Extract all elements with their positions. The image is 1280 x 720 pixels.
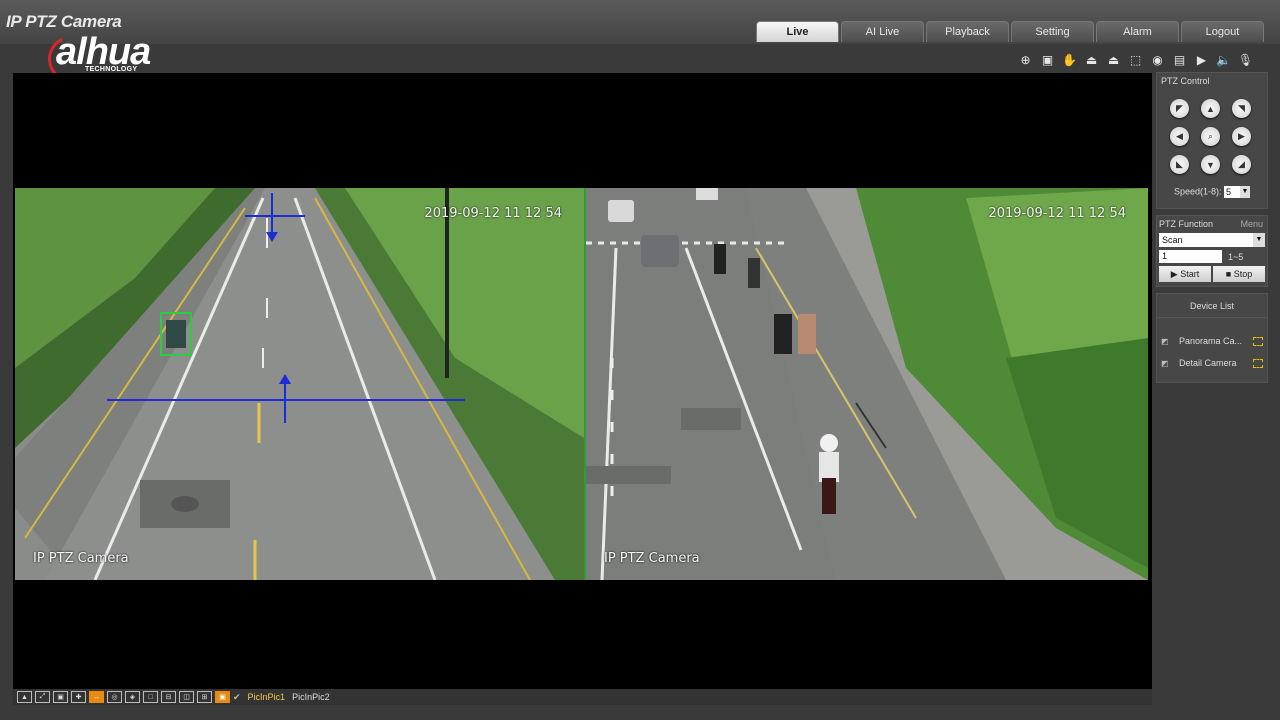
wiper-icon[interactable]: ⏏ bbox=[1082, 52, 1101, 68]
zoom-icon[interactable]: ✚ bbox=[71, 691, 86, 703]
select-area-icon[interactable] bbox=[1253, 336, 1263, 346]
pip-icon[interactable]: ▣ bbox=[215, 691, 230, 703]
tab-playback[interactable]: Playback bbox=[926, 21, 1009, 42]
chevron-down-icon: ▼ bbox=[1240, 186, 1251, 198]
camera-timestamp: 2019-09-12 11 12 54 bbox=[988, 206, 1126, 221]
pip1-option[interactable]: PicInPic1 bbox=[248, 692, 286, 702]
fullscreen-icon[interactable]: ▣ bbox=[53, 691, 68, 703]
ptz-up-right-button[interactable]: ◥ bbox=[1232, 99, 1251, 118]
aspect-ratio-icon[interactable]: ↔ bbox=[89, 691, 104, 703]
chevron-down-icon: ▼ bbox=[1253, 233, 1265, 247]
tab-alarm[interactable]: Alarm bbox=[1096, 21, 1179, 42]
layout-split-icon[interactable]: ◫ bbox=[179, 691, 194, 703]
ptz-up-left-button[interactable]: ◤ bbox=[1170, 99, 1189, 118]
ptz-left-button[interactable]: ◀ bbox=[1170, 127, 1189, 146]
pip2-option[interactable]: PicInPic2 bbox=[292, 692, 330, 702]
speed-select[interactable]: 5 ▼ bbox=[1224, 186, 1251, 198]
speed-value: 5 bbox=[1226, 187, 1232, 197]
ptz-function-title: PTZ Function bbox=[1159, 219, 1214, 229]
panorama-scene bbox=[15, 188, 584, 580]
image-adjust-icon[interactable]: ▲ bbox=[17, 691, 32, 703]
device-item-label: Detail Camera bbox=[1179, 358, 1237, 368]
record-icon[interactable]: ▶ bbox=[1192, 52, 1211, 68]
ptz-up-button[interactable]: ▲ bbox=[1201, 99, 1220, 118]
logo-subtitle: TECHNOLOGY bbox=[85, 66, 138, 73]
ptz-control-panel: PTZ Control ◤ ▲ ◥ ◀ ⌕ ▶ ◣ ▼ ◢ Speed(1-8)… bbox=[1156, 72, 1268, 209]
layout-quad-icon[interactable]: ⊞ bbox=[197, 691, 212, 703]
stop-button[interactable]: ■ Stop bbox=[1213, 266, 1265, 282]
ptz-right-button[interactable]: ▶ bbox=[1232, 127, 1251, 146]
tab-logout[interactable]: Logout bbox=[1181, 21, 1264, 42]
start-label: Start bbox=[1180, 269, 1200, 279]
rule-info-icon[interactable]: ◈ bbox=[125, 691, 140, 703]
ptz-down-button[interactable]: ▼ bbox=[1201, 155, 1220, 174]
live-toolbar: ⊕ ▣ ✋ ⏏ ⏏ ⬚ ◉ ▤ ▶ 🔈 🎙 bbox=[1016, 51, 1255, 69]
speed-label: Speed(1-8): bbox=[1173, 186, 1222, 197]
original-size-icon[interactable]: ⤢ bbox=[35, 691, 50, 703]
ptz-direction-pad: ◤ ▲ ◥ ◀ ⌕ ▶ ◣ ▼ ◢ bbox=[1157, 89, 1267, 180]
bottom-toolbar: ▲ ⤢ ▣ ✚ ↔ ◎ ◈ □ ⊟ ◫ ⊞ ▣ ✔ PicInPic1 PicI… bbox=[13, 689, 1152, 705]
hand-icon[interactable]: ✋ bbox=[1060, 52, 1079, 68]
speed-row: Speed(1-8): 5 ▼ bbox=[1157, 180, 1267, 208]
camera-timestamp: 2019-09-12 11 12 54 bbox=[424, 206, 562, 221]
tab-setting[interactable]: Setting bbox=[1011, 21, 1094, 42]
audio-icon[interactable]: 🔈 bbox=[1214, 52, 1233, 68]
main-tabs: Live AI Live Playback Setting Alarm Logo… bbox=[756, 21, 1264, 43]
top-header: IP PTZ Camera alhua TECHNOLOGY Live AI L… bbox=[0, 0, 1280, 89]
ptz-down-left-button[interactable]: ◣ bbox=[1170, 155, 1189, 174]
tab-live[interactable]: Live bbox=[756, 21, 839, 42]
ptz-down-right-button[interactable]: ◢ bbox=[1232, 155, 1251, 174]
stop-label: Stop bbox=[1233, 269, 1253, 279]
play-icon: ▶ bbox=[1170, 269, 1178, 279]
select-area-icon[interactable] bbox=[1253, 358, 1263, 368]
camera-osd-label: IP PTZ Camera bbox=[33, 551, 129, 566]
ptz-function-select[interactable]: Scan ▼ bbox=[1159, 233, 1265, 247]
layout-single-icon[interactable]: □ bbox=[143, 691, 158, 703]
ptz-link-icon[interactable]: ⊕ bbox=[1016, 52, 1035, 68]
app-title: IP PTZ Camera bbox=[6, 12, 122, 31]
device-item-detail[interactable]: ◩ Detail Camera bbox=[1157, 352, 1267, 374]
region-focus-icon[interactable]: ▣ bbox=[1038, 52, 1057, 68]
device-item-panorama[interactable]: ◩ Panorama Ca... bbox=[1157, 330, 1267, 352]
start-button[interactable]: ▶ Start bbox=[1159, 266, 1211, 282]
ptz-function-panel: PTZ Function Menu Scan ▼ 1 1~5 ▶ Start ■ … bbox=[1156, 215, 1268, 287]
tab-ai-live[interactable]: AI Live bbox=[841, 21, 924, 42]
triple-snapshot-icon[interactable]: ▤ bbox=[1170, 52, 1189, 68]
microphone-icon[interactable]: 🎙 bbox=[1236, 52, 1255, 68]
zoom-area-icon[interactable]: ⬚ bbox=[1126, 52, 1145, 68]
device-list-panel: Device List ◩ Panorama Ca... ◩ Detail Ca… bbox=[1156, 293, 1268, 383]
device-list-title: Device List bbox=[1157, 294, 1267, 318]
fluency-icon[interactable]: ◎ bbox=[107, 691, 122, 703]
video-area[interactable]: 2019-09-12 11 12 54 IP PTZ Camera 2019-0… bbox=[13, 73, 1152, 689]
menu-link[interactable]: Menu bbox=[1240, 219, 1263, 229]
panorama-camera-view[interactable]: 2019-09-12 11 12 54 IP PTZ Camera bbox=[15, 188, 586, 580]
stop-icon: ■ bbox=[1225, 269, 1232, 279]
camera-osd-label: IP PTZ Camera bbox=[604, 551, 700, 566]
snapshot-icon[interactable]: ◉ bbox=[1148, 52, 1167, 68]
detail-camera-view[interactable]: 2019-09-12 11 12 54 IP PTZ Camera bbox=[586, 188, 1148, 580]
function-range-label: 1~5 bbox=[1228, 251, 1244, 262]
light-icon[interactable]: ⏏ bbox=[1104, 52, 1123, 68]
ptz-function-selected: Scan bbox=[1162, 235, 1183, 245]
function-number-input[interactable]: 1 bbox=[1159, 250, 1222, 263]
right-panel: PTZ Control ◤ ▲ ◥ ◀ ⌕ ▶ ◣ ▼ ◢ Speed(1-8)… bbox=[1156, 72, 1268, 389]
camera-icon: ◩ bbox=[1161, 358, 1169, 368]
detail-scene bbox=[586, 188, 1148, 580]
layout-top-bottom-icon[interactable]: ⊟ bbox=[161, 691, 176, 703]
camera-icon: ◩ bbox=[1161, 336, 1169, 346]
ptz-control-title: PTZ Control bbox=[1161, 76, 1210, 86]
check-icon: ✔ bbox=[233, 691, 241, 702]
ptz-3d-position-button[interactable]: ⌕ bbox=[1201, 127, 1220, 146]
dahua-logo: alhua TECHNOLOGY bbox=[41, 29, 198, 89]
device-item-label: Panorama Ca... bbox=[1179, 336, 1243, 346]
